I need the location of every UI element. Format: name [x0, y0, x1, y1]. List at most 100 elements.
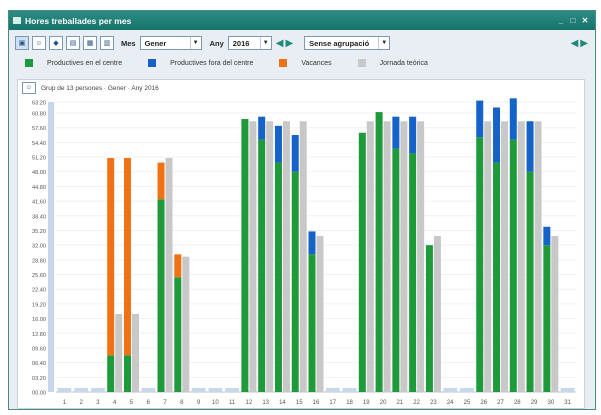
minimize-button[interactable]: _: [555, 16, 567, 25]
bar-productives-centre: [493, 162, 501, 392]
bar-productives-fora: [291, 135, 299, 172]
x-tick-label: 16: [313, 400, 320, 406]
x-tick-label: 25: [464, 400, 471, 406]
y-tick-label: 00.00: [32, 391, 46, 397]
legend-item: Jornada teòrica: [357, 59, 428, 67]
bar-productives-fora: [274, 125, 282, 163]
bar-jornada-teorica: [165, 157, 173, 392]
calendar-icon[interactable]: ▤: [66, 36, 80, 50]
x-tick-label: 7: [163, 400, 167, 406]
y-tick-label: 35.20: [32, 229, 46, 235]
x-tick-label: 19: [363, 400, 370, 406]
empty-day-marker: [91, 388, 105, 392]
x-tick-label: 5: [130, 400, 134, 406]
bar-productives-centre: [274, 162, 282, 392]
bar-vacances: [123, 157, 131, 356]
y-axis-rail: [48, 102, 54, 392]
bar-productives-centre: [392, 148, 400, 392]
x-tick-label: 8: [180, 400, 184, 406]
bar-jornada-teorica: [249, 121, 257, 392]
year-select[interactable]: 2016 ▼: [227, 36, 272, 50]
grouping-select-value: Sense agrupació: [309, 38, 370, 48]
legend-label: Productives fora del centre: [170, 59, 254, 67]
x-tick-label: 26: [480, 400, 487, 406]
bar-productives-fora: [509, 98, 517, 140]
year-label: Any: [209, 38, 224, 48]
bar-productives-centre: [308, 254, 316, 392]
report-window: Hores treballades per mes _ □ ✕ ▣ ☺ ◆ ▤ …: [8, 10, 596, 410]
period-next-icon[interactable]: ▶: [580, 38, 588, 49]
period-prev-icon[interactable]: ◀: [571, 38, 579, 49]
x-tick-label: 4: [113, 400, 117, 406]
month-label: Mes: [121, 38, 136, 48]
bar-vacances: [157, 162, 165, 200]
y-tick-label: 19.20: [32, 302, 46, 308]
bar-productives-fora: [392, 116, 400, 149]
print-icon[interactable]: ▣: [15, 36, 29, 50]
y-tick-label: 60.80: [32, 112, 46, 118]
x-tick-label: 23: [430, 400, 437, 406]
bar-productives-fora: [526, 121, 534, 172]
y-tick-label: 06.40: [32, 361, 46, 367]
bar-jornada-teorica: [400, 121, 408, 392]
bar-productives-centre: [476, 137, 484, 392]
x-tick-label: 10: [212, 400, 219, 406]
year-select-value: 2016: [232, 38, 250, 48]
prev-arrow-icon[interactable]: ◀: [276, 38, 284, 49]
grid-icon[interactable]: ▦: [83, 36, 97, 50]
bar-productives-fora: [409, 116, 417, 154]
empty-day-marker: [560, 388, 575, 392]
chart-panel: ☺ Grup de 13 persones · Gener · Any 2016…: [17, 79, 585, 409]
bar-productives-centre: [409, 153, 417, 392]
x-tick-label: 28: [514, 400, 521, 406]
x-tick-label: 9: [197, 400, 201, 406]
y-tick-label: 57.60: [32, 126, 46, 132]
y-tick-label: 48.00: [32, 170, 46, 176]
bar-productives-centre: [107, 355, 115, 392]
legend-label: Vacances: [301, 59, 332, 67]
bar-productives-centre: [241, 118, 249, 392]
y-tick-label: 28.80: [32, 258, 46, 264]
bar-productives-centre: [375, 112, 383, 392]
chart-subheader: ☺ Grup de 13 persones · Gener · Any 2016: [18, 80, 584, 96]
empty-day-marker: [342, 388, 357, 392]
month-select[interactable]: Gener ▼: [139, 36, 202, 50]
bar-productives-centre: [358, 132, 366, 393]
bar-productives-centre: [174, 277, 182, 392]
y-tick-label: 44.80: [32, 185, 46, 191]
empty-day-marker: [325, 388, 340, 392]
next-arrow-icon[interactable]: ▶: [285, 38, 293, 49]
x-tick-label: 12: [246, 400, 253, 406]
x-tick-label: 29: [531, 400, 538, 406]
bar-productives-centre: [543, 245, 551, 392]
title-bar: Hores treballades per mes _ □ ✕: [9, 11, 595, 30]
month-select-value: Gener: [144, 38, 167, 48]
legend-label: Productives en el centre: [47, 59, 123, 67]
bar-chart: 00.00 03.20 06.40 09.60 12.80 16.00 19.20 22.40…: [32, 98, 576, 406]
empty-day-marker: [74, 388, 89, 392]
people-icon[interactable]: ☺: [32, 36, 46, 50]
x-tick-label: 24: [447, 400, 454, 406]
tag-icon[interactable]: ◆: [49, 36, 63, 50]
bar-jornada-teorica: [266, 121, 274, 392]
bar-productives-centre: [425, 245, 433, 392]
bar-jornada-teorica: [517, 121, 525, 392]
layout-icon[interactable]: ▥: [100, 36, 114, 50]
close-button[interactable]: ✕: [579, 16, 591, 25]
bar-productives-centre: [157, 199, 165, 392]
bar-productives-fora: [258, 116, 266, 140]
empty-day-marker: [191, 388, 206, 392]
legend-item: Vacances: [279, 59, 332, 67]
bar-productives-centre: [509, 139, 517, 392]
grouping-select[interactable]: Sense agrupació ▼: [304, 36, 391, 50]
y-tick-label: 41.60: [32, 200, 46, 206]
bar-jornada-teorica: [534, 121, 542, 392]
y-tick-label: 09.60: [32, 346, 46, 352]
x-tick-label: 11: [229, 400, 236, 406]
group-icon[interactable]: ☺: [22, 82, 36, 94]
x-tick-label: 13: [262, 400, 269, 406]
bar-jornada-teorica: [383, 121, 391, 392]
empty-day-marker: [225, 388, 240, 392]
maximize-button[interactable]: □: [567, 16, 579, 25]
toolbar: ▣ ☺ ◆ ▤ ▦ ▥ Mes Gener ▼ Any 2016 ▼ ◀ ▶ S…: [9, 30, 595, 56]
